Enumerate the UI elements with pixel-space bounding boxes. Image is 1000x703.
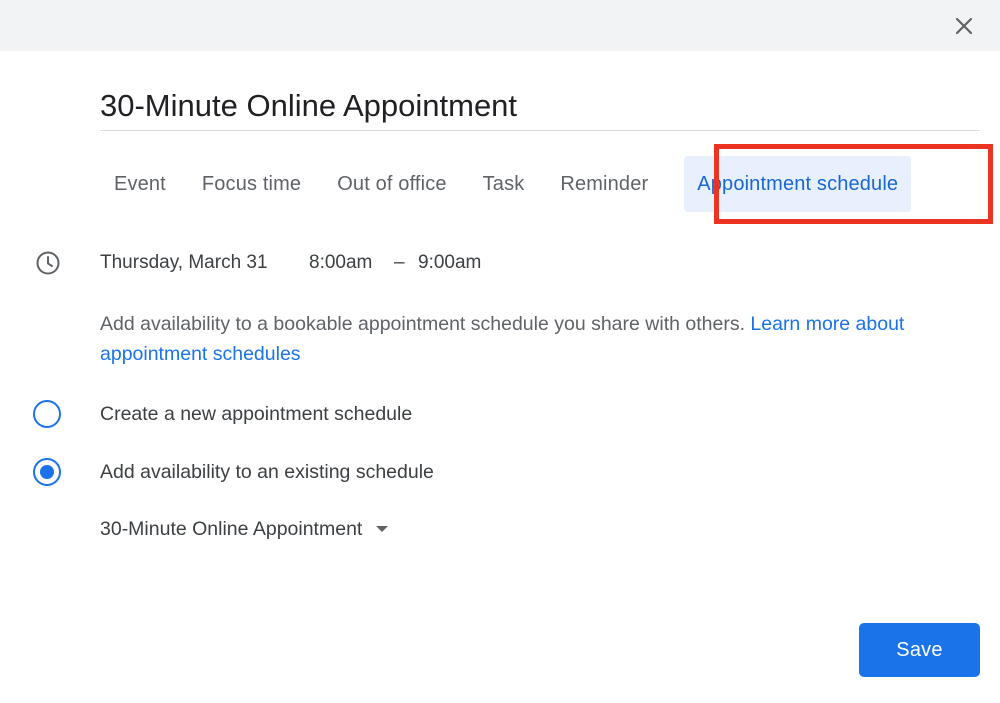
tab-task[interactable]: Task: [465, 156, 543, 212]
option-label: Create a new appointment schedule: [100, 402, 413, 425]
title-input[interactable]: 30-Minute Online Appointment: [100, 82, 980, 130]
description-text: Add availability to a bookable appointme…: [100, 309, 970, 369]
option-create-new[interactable]: Create a new appointment schedule: [33, 398, 412, 430]
radio-create-new[interactable]: [33, 400, 61, 428]
date-time-row: Thursday, March 31 8:00am – 9:00am: [34, 248, 481, 278]
option-label: Add availability to an existing schedule: [100, 460, 434, 483]
description-body: Add availability to a bookable appointme…: [100, 313, 751, 335]
radio-selected-dot: [40, 465, 54, 479]
option-add-existing[interactable]: Add availability to an existing schedule: [33, 456, 434, 488]
title-field[interactable]: 30-Minute Online Appointment: [100, 82, 980, 131]
schedule-dropdown-value: 30-Minute Online Appointment: [100, 517, 363, 540]
tab-focus-time[interactable]: Focus time: [184, 156, 319, 212]
dropdown-caret-icon: [376, 526, 389, 532]
tab-out-of-office[interactable]: Out of office: [319, 156, 464, 212]
tab-appointment-schedule[interactable]: Appointment schedule: [684, 156, 912, 212]
close-icon: [955, 17, 973, 35]
tab-event[interactable]: Event: [96, 156, 184, 212]
dialog-header-bar: [0, 0, 1000, 51]
time-separator: –: [394, 252, 405, 273]
start-time[interactable]: 8:00am: [309, 252, 372, 274]
event-dialog: 30-Minute Online Appointment Event Focus…: [0, 0, 1000, 703]
clock-icon: [34, 249, 62, 277]
schedule-dropdown[interactable]: 30-Minute Online Appointment: [100, 514, 389, 544]
save-button[interactable]: Save: [859, 623, 980, 677]
end-time[interactable]: 9:00am: [418, 252, 481, 274]
radio-add-existing[interactable]: [33, 458, 61, 486]
close-button[interactable]: [950, 12, 978, 40]
event-date[interactable]: Thursday, March 31: [100, 252, 268, 274]
tab-reminder[interactable]: Reminder: [542, 156, 666, 212]
event-type-tabs: Event Focus time Out of office Task Remi…: [96, 156, 912, 212]
